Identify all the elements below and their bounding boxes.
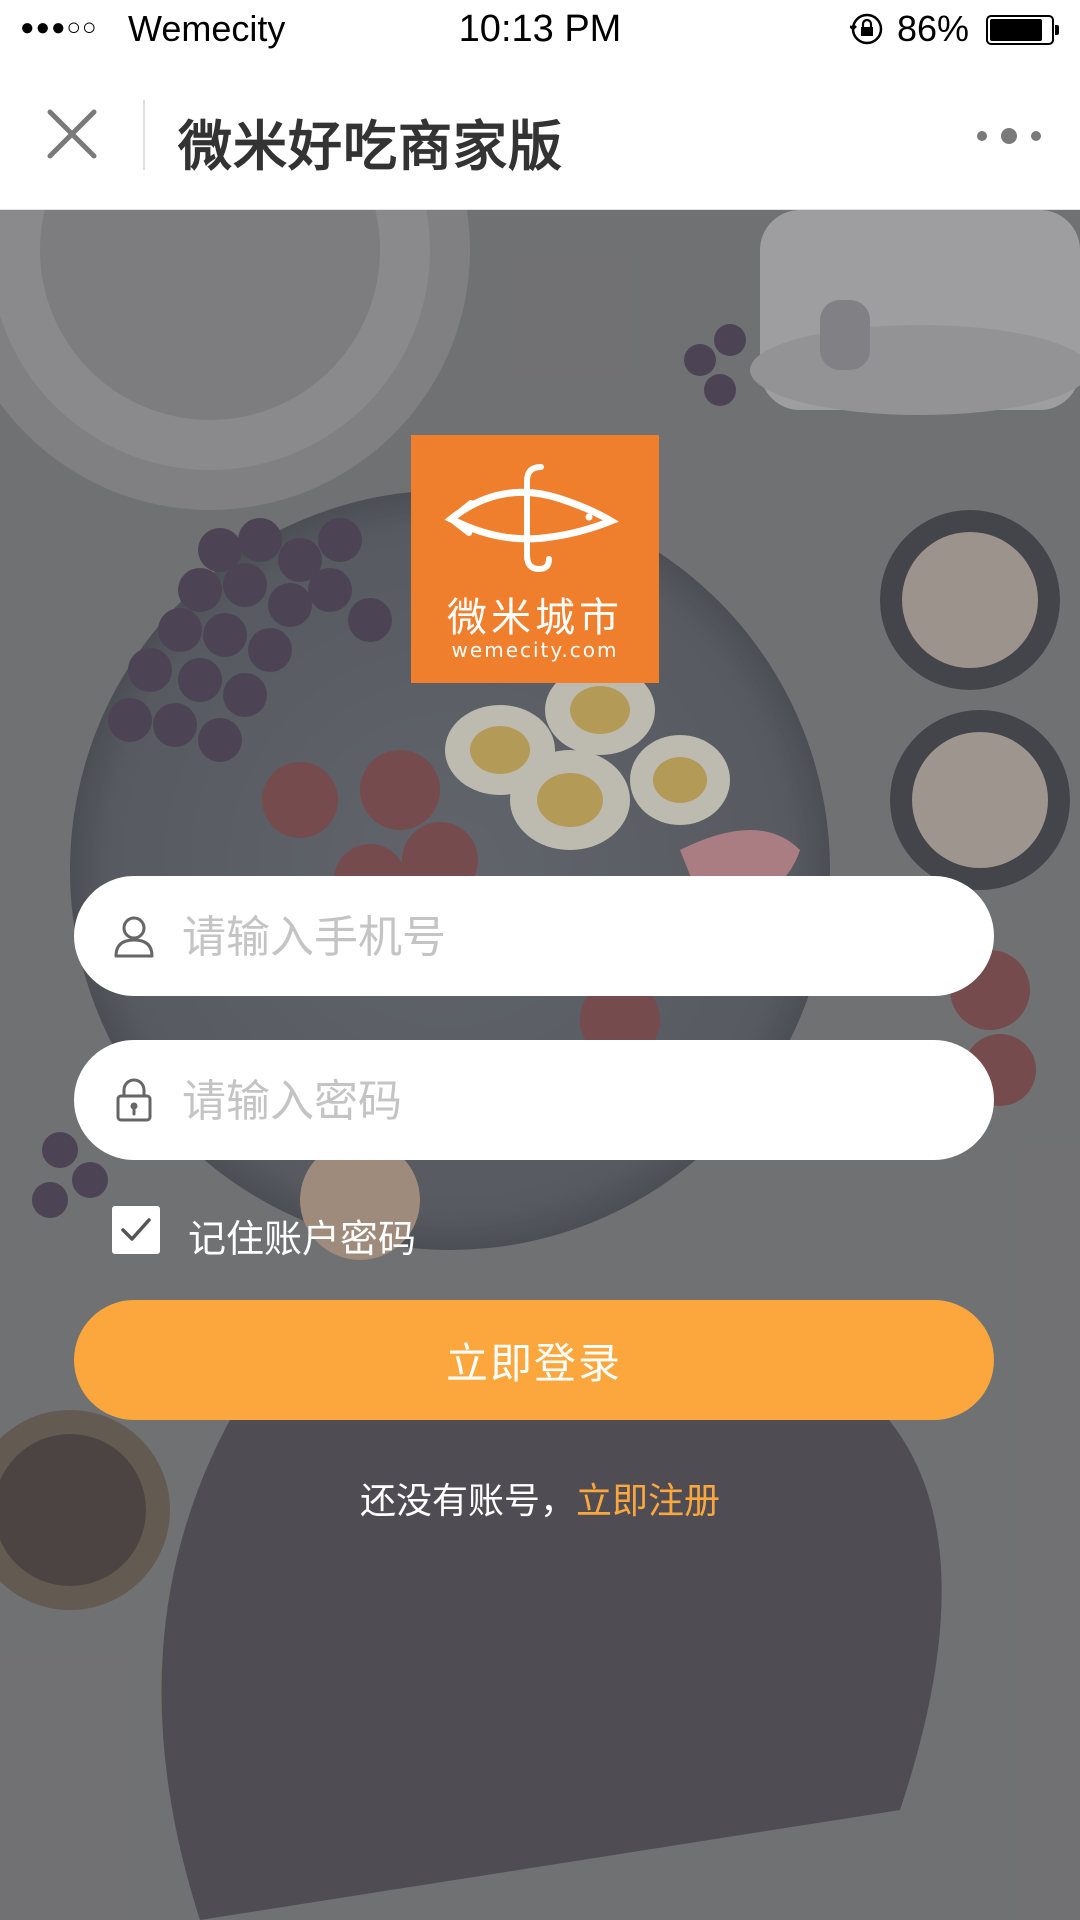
checkmark-icon: [121, 1218, 151, 1241]
rotation-lock-icon: [850, 13, 883, 45]
login-content: 微米城市 wemecity.com 请输入手机号 记住账户密码 立即登录 还没有…: [0, 210, 1080, 1920]
phone-field[interactable]: [74, 876, 994, 996]
user-icon: [114, 916, 154, 958]
app-screen: ●●●○○ Wemecity 10:13 PM 86% 微米好吃商家版 微米城市…: [0, 0, 1080, 1920]
password-input[interactable]: [180, 1060, 964, 1142]
register-link[interactable]: 立即注册: [576, 1481, 720, 1522]
brand-logo: 微米城市 wemecity.com: [411, 435, 659, 683]
nav-divider: [143, 100, 145, 170]
brand-name-cn: 微米城市: [447, 595, 623, 641]
battery-nub: [1055, 25, 1059, 35]
status-bar: ●●●○○ Wemecity 10:13 PM 86%: [0, 0, 1080, 60]
page-title: 微米好吃商家版: [178, 115, 563, 178]
nav-bar: 微米好吃商家版: [0, 60, 1080, 210]
password-field[interactable]: [74, 1040, 994, 1160]
close-icon[interactable]: [44, 106, 100, 162]
battery-fill: [990, 19, 1042, 41]
register-prompt: 还没有账号，立即注册: [0, 1472, 1080, 1524]
remember-checkbox[interactable]: [112, 1206, 160, 1254]
fish-hook-logo-icon: [444, 464, 619, 573]
battery-icon: [986, 15, 1059, 45]
login-button[interactable]: 立即登录: [74, 1300, 994, 1420]
brand-name-en: wemecity.com: [451, 638, 619, 662]
phone-input[interactable]: [180, 896, 964, 978]
lock-icon: [116, 1078, 152, 1122]
remember-label: 记住账户密码: [188, 1217, 417, 1261]
register-prompt-text: 还没有账号，: [359, 1481, 576, 1522]
battery-percent: 86%: [897, 8, 970, 49]
more-dots-icon[interactable]: [974, 114, 1044, 158]
